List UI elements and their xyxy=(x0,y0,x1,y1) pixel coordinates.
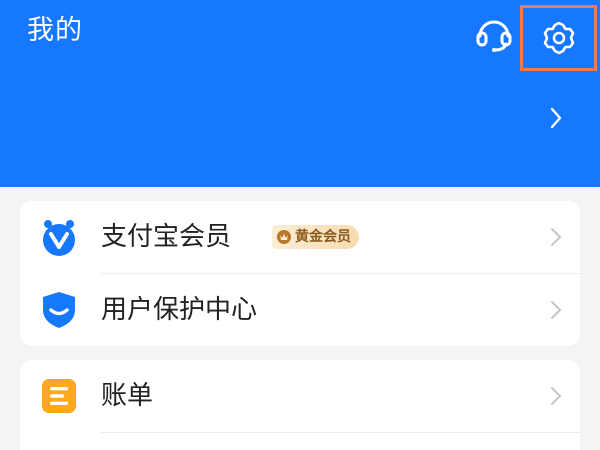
badge-label: 黄金会员 xyxy=(295,229,351,245)
headset-icon xyxy=(476,20,512,52)
bill-card: 账单 xyxy=(20,360,580,450)
chevron-right-icon xyxy=(551,228,561,246)
row-chevron xyxy=(546,298,566,322)
crown-icon xyxy=(277,230,291,244)
shield-icon xyxy=(43,292,75,328)
page-title: 我的 xyxy=(27,15,83,46)
profile-page: 我的 支付宝会员 黄金会员 用户保护中心 账单 xyxy=(0,0,600,450)
profile-details-chevron[interactable] xyxy=(540,100,572,136)
list-item-bill[interactable]: 账单 xyxy=(20,360,580,432)
chevron-right-icon xyxy=(550,107,562,129)
gold-member-badge: 黄金会员 xyxy=(272,225,359,249)
chevron-right-icon xyxy=(551,387,561,405)
list-item-alipay-member[interactable]: 支付宝会员 黄金会员 xyxy=(20,201,580,273)
gear-icon xyxy=(543,21,574,55)
row-icon-wrap xyxy=(40,377,78,415)
list-item-user-protection[interactable]: 用户保护中心 xyxy=(20,274,580,346)
row-chevron xyxy=(546,384,566,408)
row-label: 账单 xyxy=(101,381,154,411)
member-protection-card: 支付宝会员 黄金会员 用户保护中心 xyxy=(20,201,580,346)
row-label: 支付宝会员 xyxy=(101,222,232,252)
customer-service-button[interactable] xyxy=(470,10,518,58)
row-label: 用户保护中心 xyxy=(101,295,258,325)
row-icon-wrap xyxy=(40,218,78,256)
profile-header: 我的 xyxy=(0,0,600,187)
bill-icon xyxy=(42,379,76,413)
settings-button[interactable] xyxy=(520,5,597,71)
chevron-right-icon xyxy=(551,301,561,319)
row-icon-wrap xyxy=(40,291,78,329)
row-divider xyxy=(101,432,580,433)
member-v-icon xyxy=(43,220,75,256)
row-chevron xyxy=(546,225,566,249)
